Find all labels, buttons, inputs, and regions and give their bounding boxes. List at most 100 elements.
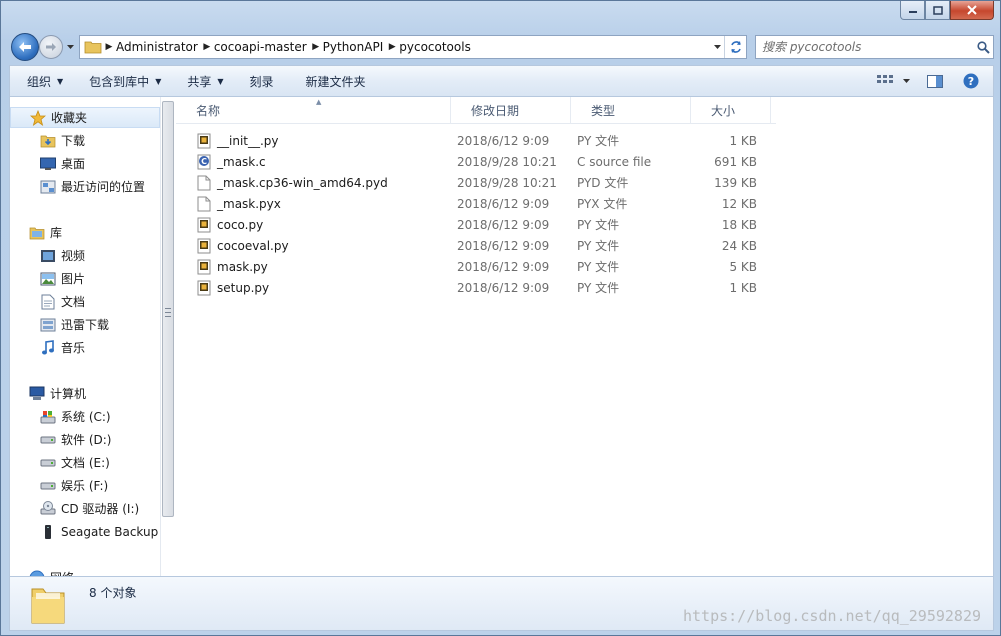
music-note-icon	[39, 339, 57, 356]
sidebar-item-label: 文档 (E:)	[61, 456, 110, 470]
include-in-library-button[interactable]: 包含到库中 ▼	[80, 70, 170, 92]
sidebar-item-label: 软件 (D:)	[61, 433, 112, 447]
sidebar-item-drive-e[interactable]: 文档 (E:)	[10, 452, 160, 473]
close-button[interactable]	[950, 1, 994, 20]
scrollbar-grip-icon	[165, 308, 171, 317]
address-history-dropdown[interactable]	[710, 36, 724, 58]
breadcrumb-item-pythonapi[interactable]: PythonAPI ▶	[323, 36, 400, 58]
column-header-label: 修改日期	[471, 104, 520, 118]
sidebar-item-computer[interactable]: 计算机	[10, 383, 160, 404]
help-button[interactable]: ?	[957, 70, 985, 92]
sidebar-item-documents[interactable]: 文档	[10, 291, 160, 312]
cd-drive-icon	[39, 501, 57, 517]
blank-file-icon	[197, 196, 211, 212]
chevron-down-icon	[713, 45, 721, 49]
item-count: 8 个对象	[89, 586, 137, 600]
forward-button[interactable]	[39, 35, 63, 59]
library-icon	[28, 225, 46, 241]
arrow-left-icon	[19, 42, 31, 52]
column-header-type[interactable]: 类型	[571, 97, 691, 124]
column-header-size[interactable]: 大小	[691, 97, 771, 124]
new-folder-button[interactable]: 新建文件夹	[297, 70, 375, 92]
file-list: 名称 ▲ 修改日期 类型 大小 __init__.py 2018/6/12 9:09…	[176, 97, 995, 576]
share-button[interactable]: 共享 ▼	[178, 70, 232, 92]
c-source-file-icon: C	[197, 154, 211, 170]
system-drive-icon	[39, 409, 57, 425]
python-file-icon	[197, 259, 211, 275]
refresh-button[interactable]	[724, 36, 746, 58]
watermark-text: https://blog.csdn.net/qq_29592829	[682, 607, 981, 625]
chevron-down-icon: ▼	[57, 76, 64, 86]
file-name: _mask.c	[217, 154, 266, 169]
sidebar-item-desktop[interactable]: 桌面	[10, 153, 160, 174]
downloads-folder-icon	[39, 133, 57, 149]
sidebar-item-recent-places[interactable]: 最近访问的位置	[10, 176, 160, 197]
search-box[interactable]	[755, 35, 994, 59]
file-modified-date: 2018/6/12 9:09	[457, 280, 550, 295]
file-modified-date: 2018/6/12 9:09	[457, 238, 550, 253]
table-row[interactable]: setup.py 2018/6/12 9:09 PY 文件 1 KB	[192, 277, 776, 298]
navigation-pane-scrollbar[interactable]	[162, 101, 174, 517]
maximize-button[interactable]	[925, 1, 950, 20]
sidebar-item-music[interactable]: 音乐	[10, 337, 160, 358]
organize-button[interactable]: 组织 ▼	[18, 70, 72, 92]
hard-drive-icon	[39, 478, 57, 494]
breadcrumb-item-pycocotools[interactable]: pycocotools	[399, 36, 473, 58]
address-bar[interactable]: ▶ Administrator ▶ cocoapi-master ▶ PythonA…	[79, 35, 747, 59]
column-header-name[interactable]: 名称 ▲	[176, 97, 451, 124]
file-type: PY 文件	[577, 281, 620, 295]
search-input[interactable]	[756, 37, 973, 57]
change-view-button[interactable]	[871, 70, 899, 92]
preview-pane-button[interactable]	[921, 70, 949, 92]
chevron-down-icon	[902, 79, 910, 83]
sidebar-item-label: 音乐	[61, 341, 86, 355]
sidebar-item-pictures[interactable]: 图片	[10, 268, 160, 289]
table-row[interactable]: coco.py 2018/6/12 9:09 PY 文件 18 KB	[192, 214, 776, 235]
minimize-button[interactable]	[900, 1, 925, 20]
folder-icon	[84, 41, 102, 54]
chevron-down-icon: ▼	[155, 76, 162, 86]
table-row[interactable]: mask.py 2018/6/12 9:09 PY 文件 5 KB	[192, 256, 776, 277]
sidebar-item-drive-c[interactable]: 系统 (C:)	[10, 406, 160, 427]
table-row[interactable]: cocoeval.py 2018/6/12 9:09 PY 文件 24 KB	[192, 235, 776, 256]
view-options-dropdown[interactable]	[899, 70, 913, 92]
breadcrumb-chevron-icon[interactable]: ▶	[385, 42, 399, 52]
sidebar-item-favorites[interactable]: 收藏夹	[10, 107, 160, 128]
breadcrumb-label: cocoapi-master	[213, 40, 307, 54]
hard-drive-icon	[39, 432, 57, 448]
file-size: 139 KB	[714, 175, 757, 190]
back-button[interactable]	[11, 33, 39, 61]
svg-text:?: ?	[968, 75, 974, 88]
breadcrumb-item-cocoapi-master[interactable]: cocoapi-master ▶	[214, 36, 323, 58]
sidebar-item-downloads[interactable]: 下载	[10, 130, 160, 151]
sidebar-item-libraries[interactable]: 库	[10, 222, 160, 243]
breadcrumb-chevron-icon[interactable]: ▶	[200, 42, 214, 52]
burn-button[interactable]: 刻录	[241, 70, 283, 92]
sidebar-item-network[interactable]: 网络	[10, 567, 160, 576]
breadcrumb-item-administrator[interactable]: Administrator ▶	[116, 36, 214, 58]
file-name: setup.py	[217, 280, 270, 295]
table-row[interactable]: _mask.pyx 2018/6/12 9:09 PYX 文件 12 KB	[192, 193, 776, 214]
recent-pages-dropdown[interactable]	[65, 42, 75, 52]
table-row[interactable]: __init__.py 2018/6/12 9:09 PY 文件 1 KB	[192, 130, 776, 151]
sidebar-item-label: 库	[50, 226, 63, 240]
sidebar-item-label: 下载	[61, 134, 86, 148]
breadcrumb-chevron-icon[interactable]: ▶	[309, 42, 323, 52]
sidebar-item-label: Seagate Backup	[61, 524, 159, 539]
sidebar-item-videos[interactable]: 视频	[10, 245, 160, 266]
sidebar-item-drive-f[interactable]: 娱乐 (F:)	[10, 475, 160, 496]
table-row[interactable]: _mask.cp36-win_amd64.pyd 2018/9/28 10:21 P…	[192, 172, 776, 193]
sidebar-item-thunder-downloads[interactable]: 迅雷下载	[10, 314, 160, 335]
column-header-modified[interactable]: 修改日期	[451, 97, 571, 124]
sidebar-item-drive-d[interactable]: 软件 (D:)	[10, 429, 160, 450]
table-row[interactable]: C _mask.c 2018/9/28 10:21 C source file 691 …	[192, 151, 776, 172]
breadcrumb-root-chevron[interactable]: ▶	[102, 36, 116, 58]
sidebar-item-seagate-backup[interactable]: Seagate Backup	[10, 521, 160, 542]
file-type: PY 文件	[577, 260, 620, 274]
sidebar-item-label: 娱乐 (F:)	[61, 479, 109, 493]
blank-file-icon	[197, 175, 211, 191]
file-modified-date: 2018/9/28 10:21	[457, 154, 557, 169]
sidebar-item-cd-drive[interactable]: CD 驱动器 (I:)	[10, 498, 160, 519]
search-icon[interactable]	[973, 40, 993, 54]
preview-pane-icon	[927, 74, 943, 88]
